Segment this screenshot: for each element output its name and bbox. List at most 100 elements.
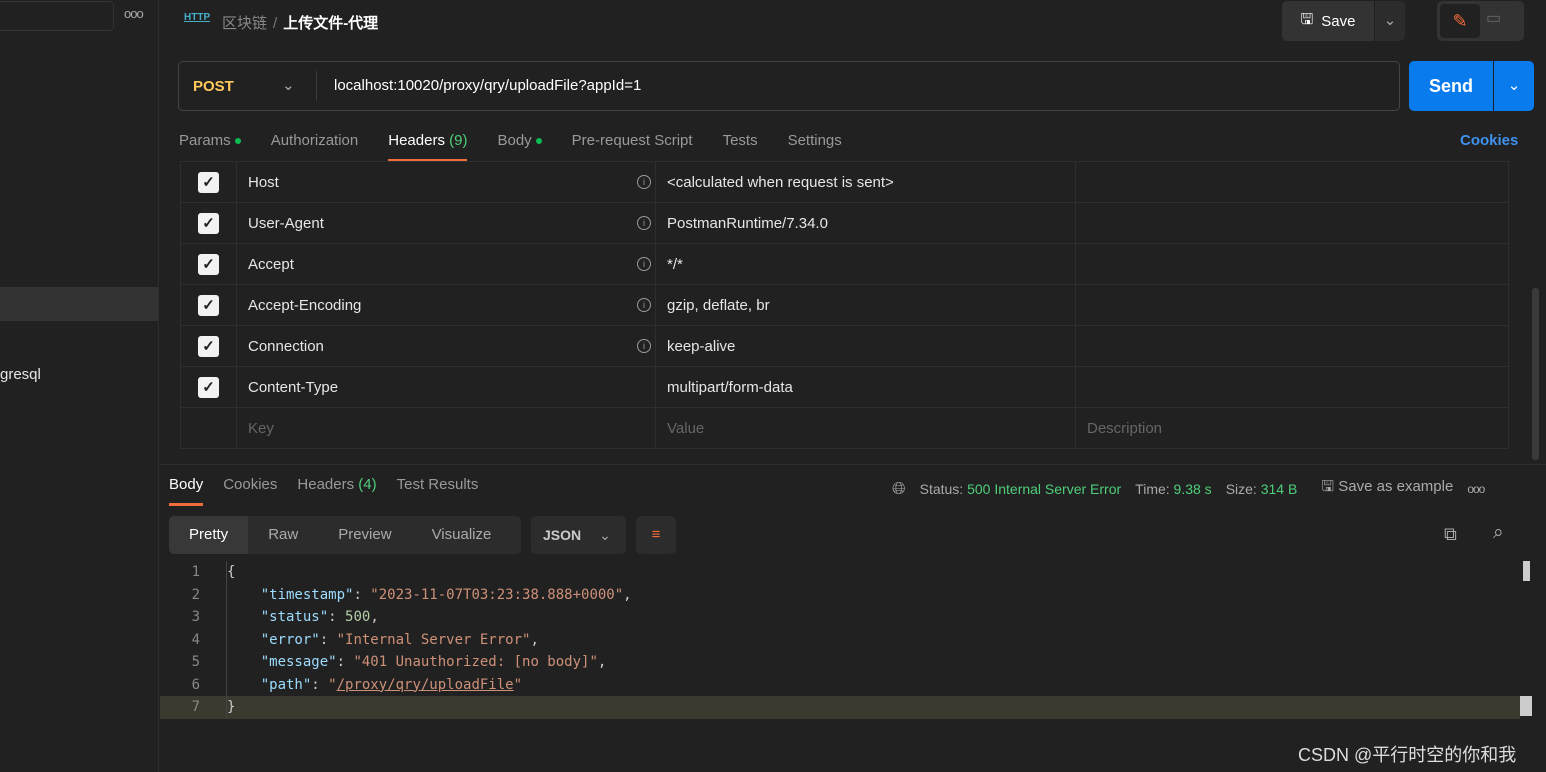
more-icon[interactable]: ooo xyxy=(1467,482,1485,496)
more-icon[interactable]: ooo xyxy=(124,6,144,21)
tab-tests[interactable]: Tests xyxy=(723,132,758,162)
send-dropdown-chevron-icon[interactable]: ⌄ xyxy=(1494,61,1534,111)
tab-body[interactable]: Body xyxy=(497,132,542,162)
cookies-link[interactable]: Cookies xyxy=(1460,132,1518,149)
request-title[interactable]: 上传文件-代理 xyxy=(283,15,378,32)
search-icon[interactable]: ⌕ xyxy=(1493,522,1504,544)
save-as-example-button[interactable]: 🖫 Save as example xyxy=(1321,476,1453,501)
tab-authorization[interactable]: Authorization xyxy=(271,132,359,162)
value-cell[interactable]: <calculated when request is sent> xyxy=(656,162,1076,202)
format-select[interactable]: JSON ⌄ xyxy=(531,516,626,554)
value-cell[interactable]: gzip, deflate, br xyxy=(656,285,1076,325)
wrap-lines-icon[interactable]: ≡ xyxy=(636,516,676,554)
tab-headers[interactable]: Headers (9) xyxy=(388,132,468,162)
tab-pre-request-script[interactable]: Pre-request Script xyxy=(572,132,693,162)
info-icon[interactable]: i xyxy=(637,216,651,230)
tab-response-cookies[interactable]: Cookies xyxy=(223,476,277,506)
info-icon[interactable]: i xyxy=(637,175,651,189)
code-text: { xyxy=(227,564,236,581)
checkbox[interactable]: ✓ xyxy=(198,376,219,398)
copy-icon[interactable]: ⧉ xyxy=(1444,524,1457,545)
sidebar-search-input[interactable] xyxy=(0,1,114,31)
method-select[interactable]: POST xyxy=(193,78,234,95)
code-line[interactable]: 6 "path": "/proxy/qry/uploadFile" xyxy=(160,673,1520,696)
code-line[interactable]: 7} xyxy=(160,696,1520,719)
info-icon[interactable]: i xyxy=(637,339,651,353)
tab-params[interactable]: Params xyxy=(179,132,241,162)
key-cell[interactable]: User-Agent i xyxy=(237,203,656,243)
view-pretty[interactable]: Pretty xyxy=(169,516,249,554)
code-line[interactable]: 2 "timestamp": "2023-11-07T03:23:38.888+… xyxy=(160,583,1520,606)
table-row: ✓ Content-Type multipart/form-data xyxy=(181,366,1508,407)
tab-test-results[interactable]: Test Results xyxy=(397,476,479,506)
key-cell[interactable]: Accept-Encoding i xyxy=(237,285,656,325)
value-input[interactable]: Value xyxy=(656,408,1076,448)
header-value: gzip, deflate, br xyxy=(667,296,770,314)
checkbox[interactable]: ✓ xyxy=(198,253,219,275)
status-dot xyxy=(535,138,542,145)
save-icon: 🖫 xyxy=(1300,10,1314,28)
view-preview[interactable]: Preview xyxy=(318,516,411,554)
scrollbar-marker xyxy=(1520,696,1532,716)
header-value: multipart/form-data xyxy=(667,378,793,396)
header-key: Host xyxy=(248,173,279,191)
key-cell[interactable]: Host i xyxy=(237,162,656,202)
save-button[interactable]: 🖫 Save xyxy=(1282,1,1374,41)
checkbox[interactable]: ✓ xyxy=(198,335,219,357)
key-cell[interactable]: Connection i xyxy=(237,326,656,366)
tab-response-body[interactable]: Body xyxy=(169,476,204,506)
tab-label: Headers xyxy=(297,476,355,493)
sidebar-item[interactable]: gresql xyxy=(0,366,41,383)
checkbox[interactable]: ✓ xyxy=(198,171,219,193)
row-checkbox-cell: ✓ xyxy=(181,367,237,407)
sidebar-selected-item[interactable] xyxy=(0,287,158,321)
breadcrumb-parent[interactable]: 区块链 xyxy=(222,15,267,32)
chevron-down-icon[interactable]: ⌄ xyxy=(282,76,295,94)
tab-response-headers[interactable]: Headers (4) xyxy=(297,476,376,506)
tab-settings[interactable]: Settings xyxy=(788,132,842,162)
header-key: Content-Type xyxy=(248,378,339,396)
header-value: keep-alive xyxy=(667,337,736,355)
description-cell[interactable] xyxy=(1076,367,1508,407)
description-cell[interactable] xyxy=(1076,203,1508,243)
key-cell[interactable]: Content-Type xyxy=(237,367,656,407)
time[interactable]: Time: 9.38 s xyxy=(1135,481,1212,497)
view-raw[interactable]: Raw xyxy=(248,516,318,554)
code-line[interactable]: 5 "message": "401 Unauthorized: [no body… xyxy=(160,651,1520,674)
value-cell[interactable]: multipart/form-data xyxy=(656,367,1076,407)
url-input[interactable]: localhost:10020/proxy/qry/uploadFile?app… xyxy=(334,77,641,94)
description-cell[interactable] xyxy=(1076,162,1508,202)
info-icon[interactable]: i xyxy=(637,298,651,312)
line-number: 2 xyxy=(191,586,200,603)
time-value: 9.38 s xyxy=(1173,480,1212,497)
status[interactable]: Status: 500 Internal Server Error xyxy=(920,481,1122,497)
key-cell[interactable]: Accept i xyxy=(237,244,656,284)
row-checkbox-cell: ✓ xyxy=(181,203,237,243)
checkbox[interactable]: ✓ xyxy=(198,212,219,234)
scrollbar[interactable] xyxy=(1523,561,1530,581)
response-body-editor[interactable]: 1{2 "timestamp": "2023-11-07T03:23:38.88… xyxy=(160,561,1520,719)
tab-count: (9) xyxy=(449,132,468,149)
value-cell[interactable]: PostmanRuntime/7.34.0 xyxy=(656,203,1076,243)
pane-divider[interactable] xyxy=(160,464,1546,465)
info-icon[interactable]: i xyxy=(637,257,651,271)
send-button[interactable]: Send xyxy=(1409,61,1493,111)
scrollbar[interactable] xyxy=(1532,288,1539,460)
size[interactable]: Size: 314 B xyxy=(1226,481,1298,497)
checkbox[interactable]: ✓ xyxy=(198,294,219,316)
globe-icon[interactable]: 🌐︎ xyxy=(892,479,906,499)
save-dropdown-chevron-icon[interactable]: ⌄ xyxy=(1375,1,1405,41)
value-cell[interactable]: keep-alive xyxy=(656,326,1076,366)
description-input[interactable]: Description xyxy=(1076,408,1508,448)
description-cell[interactable] xyxy=(1076,285,1508,325)
description-cell[interactable] xyxy=(1076,244,1508,284)
comment-icon[interactable]: ▭ xyxy=(1486,8,1501,28)
code-line[interactable]: 4 "error": "Internal Server Error", xyxy=(160,628,1520,651)
code-line[interactable]: 1{ xyxy=(160,561,1520,584)
view-visualize[interactable]: Visualize xyxy=(412,516,512,554)
description-cell[interactable] xyxy=(1076,326,1508,366)
value-cell[interactable]: */* xyxy=(656,244,1076,284)
key-input[interactable]: Key xyxy=(237,408,656,448)
pencil-icon[interactable]: ✎ xyxy=(1440,4,1480,38)
code-line[interactable]: 3 "status": 500, xyxy=(160,606,1520,629)
